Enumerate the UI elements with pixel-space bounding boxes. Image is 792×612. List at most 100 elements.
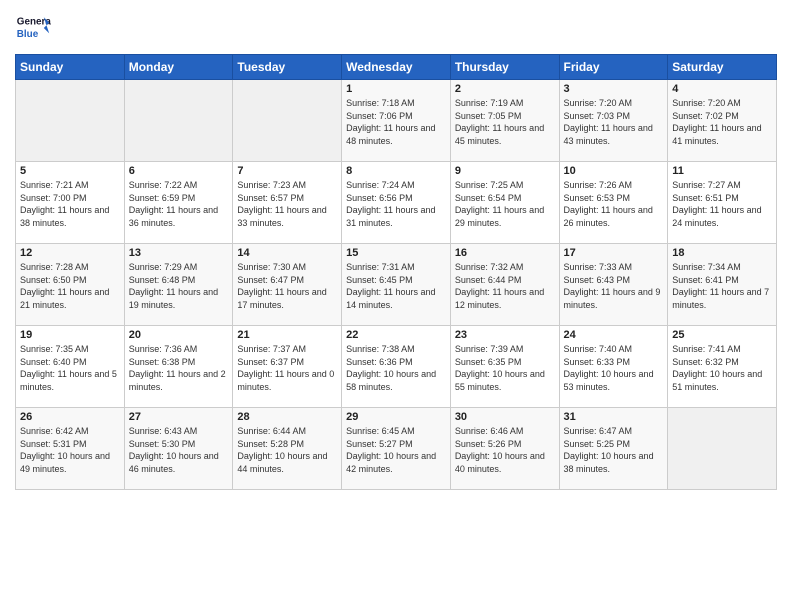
weekday-header-row: SundayMondayTuesdayWednesdayThursdayFrid…	[16, 55, 777, 80]
page: General Blue SundayMondayTuesdayWednesda…	[0, 0, 792, 612]
calendar-cell: 25 Sunrise: 7:41 AM Sunset: 6:32 PM Dayli…	[668, 326, 777, 408]
calendar-cell: 11Sunrise: 7:27 AM Sunset: 6:51 PM Dayli…	[668, 162, 777, 244]
calendar-cell: 4 Sunrise: 7:20 AM Sunset: 7:02 PM Daylig…	[668, 80, 777, 162]
cell-content: Sunrise: 6:46 AM Sunset: 5:26 PM Dayligh…	[455, 425, 555, 475]
week-row-4: 19 Sunrise: 7:35 AM Sunset: 6:40 PM Dayli…	[16, 326, 777, 408]
cell-content: Sunrise: 7:23 AM Sunset: 6:57 PM Dayligh…	[237, 179, 337, 229]
day-number: 7	[237, 165, 337, 177]
day-number: 15	[346, 247, 446, 259]
calendar-cell	[668, 408, 777, 490]
cell-content: Sunrise: 7:32 AM Sunset: 6:44 PM Dayligh…	[455, 261, 555, 311]
cell-content: Sunrise: 7:34 AM Sunset: 6:41 PM Dayligh…	[672, 261, 772, 311]
calendar-cell: 27Sunrise: 6:43 AM Sunset: 5:30 PM Dayli…	[124, 408, 233, 490]
cell-content: Sunrise: 7:29 AM Sunset: 6:48 PM Dayligh…	[129, 261, 229, 311]
cell-content: Sunrise: 7:41 AM Sunset: 6:32 PM Dayligh…	[672, 343, 772, 393]
calendar-cell	[233, 80, 342, 162]
day-number: 3	[564, 83, 664, 95]
calendar-cell: 15 Sunrise: 7:31 AM Sunset: 6:45 PM Dayli…	[342, 244, 451, 326]
calendar-cell: 12 Sunrise: 7:28 AM Sunset: 6:50 PM Dayli…	[16, 244, 125, 326]
cell-content: Sunrise: 7:19 AM Sunset: 7:05 PM Dayligh…	[455, 97, 555, 147]
day-number: 25	[672, 329, 772, 341]
day-number: 17	[564, 247, 664, 259]
weekday-header-wednesday: Wednesday	[342, 55, 451, 80]
cell-content: Sunrise: 6:44 AM Sunset: 5:28 PM Dayligh…	[237, 425, 337, 475]
cell-content: Sunrise: 7:26 AM Sunset: 6:53 PM Dayligh…	[564, 179, 664, 229]
day-number: 24	[564, 329, 664, 341]
cell-content: Sunrise: 7:21 AM Sunset: 7:00 PM Dayligh…	[20, 179, 120, 229]
day-number: 30	[455, 411, 555, 423]
calendar-cell: 2Sunrise: 7:19 AM Sunset: 7:05 PM Daylig…	[450, 80, 559, 162]
calendar-cell: 5 Sunrise: 7:21 AM Sunset: 7:00 PM Daylig…	[16, 162, 125, 244]
day-number: 26	[20, 411, 120, 423]
calendar-cell: 23Sunrise: 7:39 AM Sunset: 6:35 PM Dayli…	[450, 326, 559, 408]
week-row-2: 5 Sunrise: 7:21 AM Sunset: 7:00 PM Daylig…	[16, 162, 777, 244]
day-number: 16	[455, 247, 555, 259]
weekday-header-tuesday: Tuesday	[233, 55, 342, 80]
cell-content: Sunrise: 7:40 AM Sunset: 6:33 PM Dayligh…	[564, 343, 664, 393]
cell-content: Sunrise: 7:20 AM Sunset: 7:02 PM Dayligh…	[672, 97, 772, 147]
calendar-cell: 9 Sunrise: 7:25 AM Sunset: 6:54 PM Daylig…	[450, 162, 559, 244]
calendar-cell: 6Sunrise: 7:22 AM Sunset: 6:59 PM Daylig…	[124, 162, 233, 244]
logo: General Blue	[15, 10, 51, 46]
weekday-header-sunday: Sunday	[16, 55, 125, 80]
cell-content: Sunrise: 7:20 AM Sunset: 7:03 PM Dayligh…	[564, 97, 664, 147]
logo-icon: General Blue	[15, 10, 51, 46]
day-number: 21	[237, 329, 337, 341]
day-number: 19	[20, 329, 120, 341]
cell-content: Sunrise: 7:31 AM Sunset: 6:45 PM Dayligh…	[346, 261, 446, 311]
cell-content: Sunrise: 7:38 AM Sunset: 6:36 PM Dayligh…	[346, 343, 446, 393]
calendar-cell: 19 Sunrise: 7:35 AM Sunset: 6:40 PM Dayli…	[16, 326, 125, 408]
cell-content: Sunrise: 6:45 AM Sunset: 5:27 PM Dayligh…	[346, 425, 446, 475]
day-number: 14	[237, 247, 337, 259]
day-number: 18	[672, 247, 772, 259]
day-number: 5	[20, 165, 120, 177]
cell-content: Sunrise: 7:33 AM Sunset: 6:43 PM Dayligh…	[564, 261, 664, 311]
calendar-cell: 16 Sunrise: 7:32 AM Sunset: 6:44 PM Dayli…	[450, 244, 559, 326]
weekday-header-thursday: Thursday	[450, 55, 559, 80]
svg-text:Blue: Blue	[17, 29, 39, 40]
cell-content: Sunrise: 7:22 AM Sunset: 6:59 PM Dayligh…	[129, 179, 229, 229]
week-row-5: 26 Sunrise: 6:42 AM Sunset: 5:31 PM Dayli…	[16, 408, 777, 490]
day-number: 4	[672, 83, 772, 95]
day-number: 10	[564, 165, 664, 177]
cell-content: Sunrise: 6:43 AM Sunset: 5:30 PM Dayligh…	[129, 425, 229, 475]
day-number: 12	[20, 247, 120, 259]
calendar-cell: 20 Sunrise: 7:36 AM Sunset: 6:38 PM Dayli…	[124, 326, 233, 408]
day-number: 29	[346, 411, 446, 423]
week-row-1: 1Sunrise: 7:18 AM Sunset: 7:06 PM Daylig…	[16, 80, 777, 162]
cell-content: Sunrise: 7:36 AM Sunset: 6:38 PM Dayligh…	[129, 343, 229, 393]
day-number: 28	[237, 411, 337, 423]
calendar-cell: 17 Sunrise: 7:33 AM Sunset: 6:43 PM Dayli…	[559, 244, 668, 326]
cell-content: Sunrise: 7:35 AM Sunset: 6:40 PM Dayligh…	[20, 343, 120, 393]
day-number: 13	[129, 247, 229, 259]
day-number: 9	[455, 165, 555, 177]
calendar-cell: 29 Sunrise: 6:45 AM Sunset: 5:27 PM Dayli…	[342, 408, 451, 490]
day-number: 8	[346, 165, 446, 177]
calendar-cell: 22 Sunrise: 7:38 AM Sunset: 6:36 PM Dayli…	[342, 326, 451, 408]
calendar-table: SundayMondayTuesdayWednesdayThursdayFrid…	[15, 54, 777, 490]
day-number: 23	[455, 329, 555, 341]
cell-content: Sunrise: 7:30 AM Sunset: 6:47 PM Dayligh…	[237, 261, 337, 311]
header: General Blue	[15, 10, 777, 46]
calendar-cell	[16, 80, 125, 162]
calendar-cell: 18 Sunrise: 7:34 AM Sunset: 6:41 PM Dayli…	[668, 244, 777, 326]
calendar-cell: 1Sunrise: 7:18 AM Sunset: 7:06 PM Daylig…	[342, 80, 451, 162]
weekday-header-monday: Monday	[124, 55, 233, 80]
calendar-cell: 7 Sunrise: 7:23 AM Sunset: 6:57 PM Daylig…	[233, 162, 342, 244]
cell-content: Sunrise: 7:25 AM Sunset: 6:54 PM Dayligh…	[455, 179, 555, 229]
calendar-cell	[124, 80, 233, 162]
day-number: 31	[564, 411, 664, 423]
day-number: 22	[346, 329, 446, 341]
calendar-cell: 28 Sunrise: 6:44 AM Sunset: 5:28 PM Dayli…	[233, 408, 342, 490]
cell-content: Sunrise: 7:24 AM Sunset: 6:56 PM Dayligh…	[346, 179, 446, 229]
calendar-cell: 24 Sunrise: 7:40 AM Sunset: 6:33 PM Dayli…	[559, 326, 668, 408]
cell-content: Sunrise: 6:47 AM Sunset: 5:25 PM Dayligh…	[564, 425, 664, 475]
calendar-cell: 13 Sunrise: 7:29 AM Sunset: 6:48 PM Dayli…	[124, 244, 233, 326]
cell-content: Sunrise: 7:28 AM Sunset: 6:50 PM Dayligh…	[20, 261, 120, 311]
calendar-cell: 30 Sunrise: 6:46 AM Sunset: 5:26 PM Dayli…	[450, 408, 559, 490]
day-number: 20	[129, 329, 229, 341]
day-number: 11	[672, 165, 772, 177]
calendar-cell: 31 Sunrise: 6:47 AM Sunset: 5:25 PM Dayli…	[559, 408, 668, 490]
day-number: 1	[346, 83, 446, 95]
cell-content: Sunrise: 6:42 AM Sunset: 5:31 PM Dayligh…	[20, 425, 120, 475]
